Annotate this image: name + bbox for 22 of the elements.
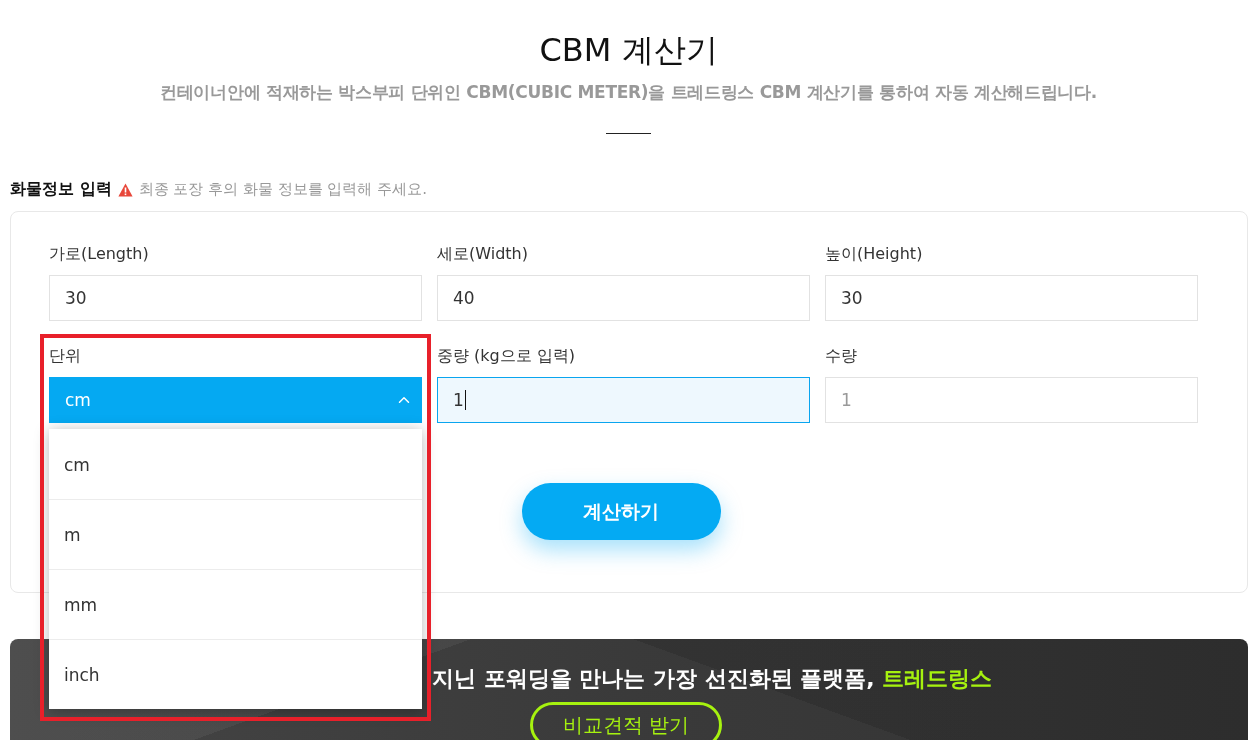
dropdown-option[interactable]: mm [49,569,422,639]
input-field[interactable]: 40 [437,275,810,321]
input-field[interactable]: 1 [437,377,810,423]
text-cursor-icon [464,390,466,410]
banner-heading: 지닌 포워딩을 만나는 가장 선진화된 플랫폼, 트레드링스 [432,665,992,693]
dropdown-option[interactable]: m [49,499,422,569]
field-label: 세로(Width) [437,243,528,265]
dropdown-option[interactable]: inch [49,639,422,709]
warning-icon [117,182,133,197]
page-title: CBM 계산기 [539,30,718,71]
quote-button[interactable]: 비교견적 받기 [529,702,723,740]
field-label: 높이(Height) [825,243,923,265]
section-title: 화물정보 입력 [10,179,112,200]
field-label: 중량 (kg으로 입력) [437,345,576,367]
field-label: 가로(Length) [49,243,149,265]
dropdown-option[interactable]: cm [49,429,422,499]
page-subtitle: 컨테이너안에 적재하는 박스부피 단위인 CBM(CUBIC METER)을 트레드링스 CBM 계산기를 통하여 자동 계산해드립니다. [160,81,1097,104]
field-label: 수량 [825,345,857,367]
input-field[interactable]: 30 [49,275,422,321]
field-label: 단위 [49,345,81,367]
section-notice: 최종 포장 후의 화물 정보를 입력해 주세요. [138,180,427,199]
input-field[interactable]: 30 [825,275,1198,321]
